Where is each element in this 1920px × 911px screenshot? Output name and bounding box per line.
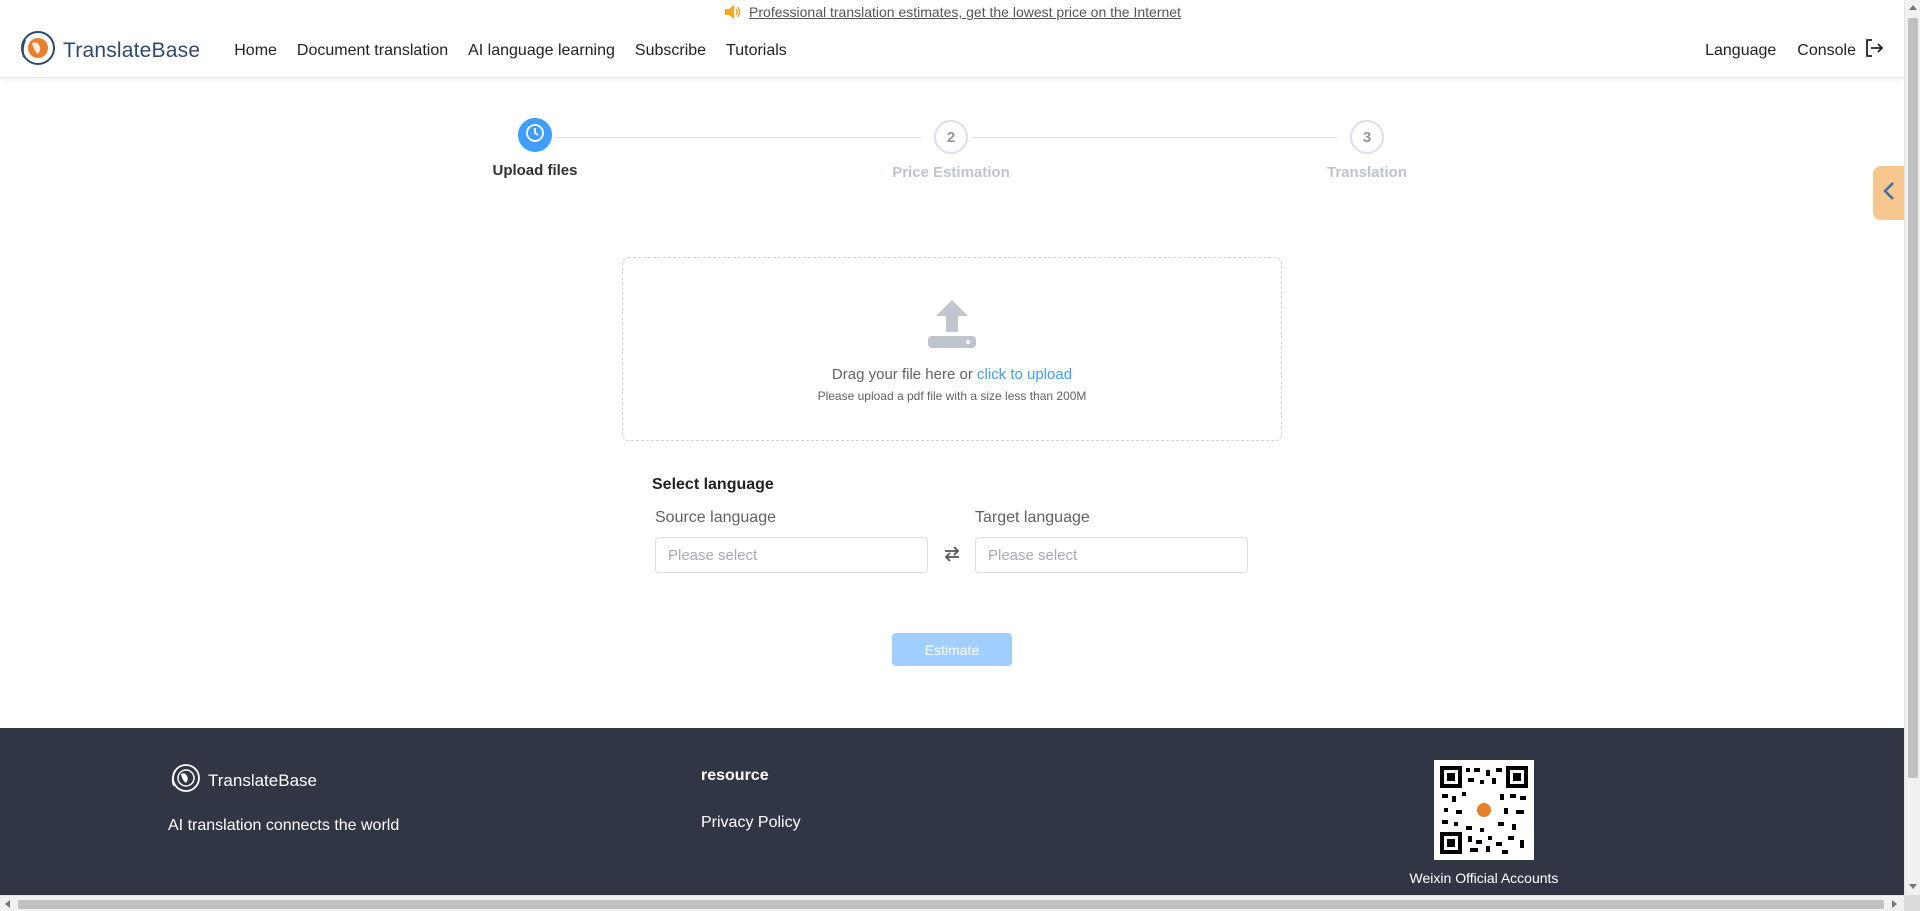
step-upload-files: Upload files	[455, 118, 615, 179]
brand-logo[interactable]: TranslateBase	[19, 29, 200, 72]
console-label: Console	[1797, 41, 1856, 59]
logout-icon	[1856, 38, 1884, 63]
scrollbar-corner	[1904, 895, 1920, 911]
estimate-button[interactable]: Estimate	[892, 633, 1012, 666]
source-language-label: Source language	[655, 509, 776, 526]
select-language-title: Select language	[652, 476, 774, 493]
globe-logo-icon	[19, 29, 57, 72]
nav-document-translation[interactable]: Document translation	[297, 42, 448, 60]
upload-icon	[623, 298, 1281, 350]
footer-brand-logo[interactable]: TranslateBase	[170, 762, 317, 799]
step-2-circle: 2	[934, 120, 968, 154]
footer-resource-heading: resource	[701, 767, 769, 784]
horizontal-scroll-thumb[interactable]	[18, 900, 1884, 909]
footer-tagline: AI translation connects the world	[168, 817, 400, 834]
side-panel-toggle[interactable]	[1873, 166, 1904, 220]
progress-steps: Upload files 2 Price Estimation 3 Transl…	[0, 118, 1904, 198]
scroll-right-arrow-icon[interactable]	[1892, 900, 1897, 908]
vertical-scrollbar[interactable]	[1904, 0, 1920, 895]
clock-icon	[525, 123, 545, 147]
nav-home[interactable]: Home	[234, 42, 277, 60]
upload-instructions: Drag your file here or click to upload	[623, 366, 1281, 383]
notice-bar: Professional translation estimates, get …	[0, 0, 1904, 24]
privacy-policy-link[interactable]: Privacy Policy	[701, 814, 801, 832]
nav-subscribe[interactable]: Subscribe	[635, 42, 706, 60]
target-language-select[interactable]	[975, 537, 1248, 573]
footer: TranslateBase AI translation connects th…	[0, 728, 1904, 895]
notice-link[interactable]: Professional translation estimates, get …	[749, 4, 1181, 20]
header-actions: Language Console	[1705, 38, 1884, 63]
top-navbar: TranslateBase Home Document translation …	[0, 24, 1904, 78]
vertical-scroll-thumb[interactable]	[1908, 18, 1918, 778]
upload-text-prefix: Drag your file here or	[831, 366, 977, 383]
speaker-icon	[723, 4, 741, 20]
step-2-title: Price Estimation	[892, 164, 1010, 181]
qr-caption: Weixin Official Accounts	[1409, 870, 1559, 886]
main-nav: Home Document translation AI language le…	[234, 42, 807, 60]
file-upload-dropzone[interactable]: Drag your file here or click to upload P…	[622, 257, 1282, 441]
globe-logo-icon	[170, 762, 202, 799]
scroll-down-arrow-icon[interactable]	[1909, 884, 1917, 889]
source-language-select[interactable]	[655, 537, 928, 573]
brand-name: TranslateBase	[63, 38, 201, 62]
swap-languages-icon[interactable]	[942, 544, 962, 569]
click-to-upload-link[interactable]: click to upload	[977, 366, 1072, 383]
scroll-left-arrow-icon[interactable]	[5, 900, 10, 908]
step-price-estimation: 2 Price Estimation	[871, 120, 1031, 181]
wechat-qr-code	[1434, 760, 1534, 860]
step-3-circle: 3	[1350, 120, 1384, 154]
upload-tip: Please upload a pdf file with a size les…	[817, 389, 1087, 403]
step-3-title: Translation	[1326, 164, 1408, 181]
footer-brand-name: TranslateBase	[208, 770, 317, 790]
chevron-left-icon	[1882, 180, 1896, 207]
scroll-up-arrow-icon[interactable]	[1909, 5, 1917, 10]
step-1-circle	[518, 118, 552, 152]
nav-ai-language-learning[interactable]: AI language learning	[468, 42, 615, 60]
target-language-label: Target language	[975, 509, 1090, 526]
step-translation: 3 Translation	[1287, 120, 1447, 181]
language-menu[interactable]: Language	[1705, 42, 1776, 60]
horizontal-scrollbar[interactable]	[0, 895, 1904, 911]
step-1-title: Upload files	[492, 162, 578, 179]
nav-tutorials[interactable]: Tutorials	[726, 42, 787, 60]
console-button[interactable]: Console	[1797, 38, 1884, 63]
